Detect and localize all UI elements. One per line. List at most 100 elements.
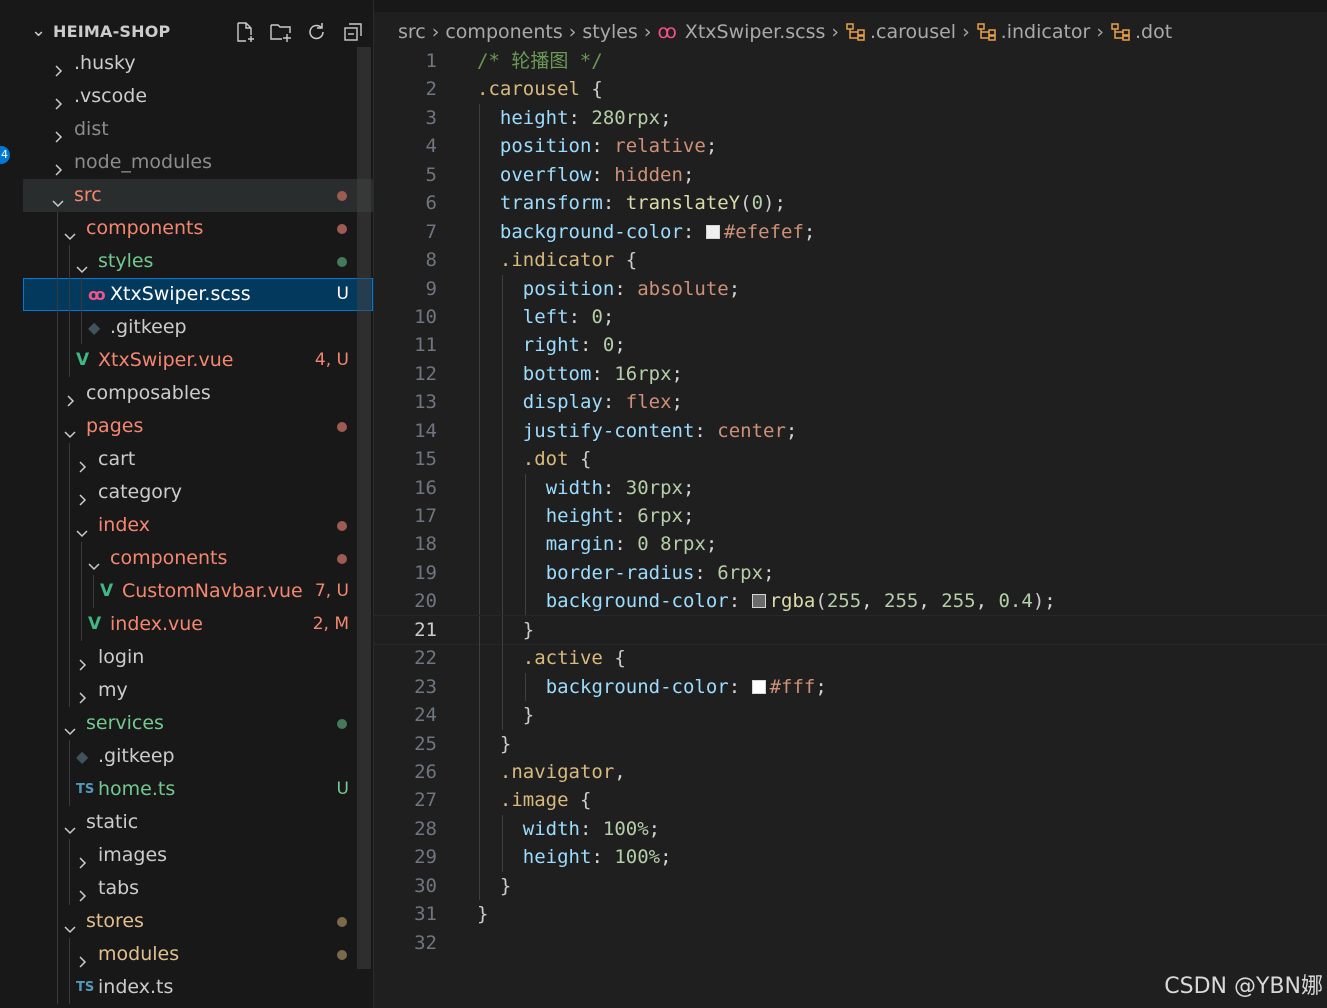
code-line[interactable]: 12 bottom: 16rpx; bbox=[374, 359, 1327, 389]
code-line[interactable]: 25} bbox=[374, 729, 1327, 758]
folder-item[interactable]: my bbox=[23, 674, 373, 707]
code-line[interactable]: 17 height: 6rpx; bbox=[374, 502, 1327, 531]
code-line[interactable]: 4 position: relative; bbox=[374, 132, 1327, 161]
breadcrumb-item[interactable]: .indicator bbox=[1001, 21, 1091, 43]
chevron-right-icon[interactable] bbox=[75, 452, 89, 473]
code-line[interactable]: 7 background-color: #efefef; bbox=[374, 217, 1327, 247]
file-item[interactable]: ꝏ XtxSwiper.scss U bbox=[23, 278, 373, 311]
code-line[interactable]: 28 width: 100%; bbox=[374, 814, 1327, 844]
breadcrumb-item[interactable]: XtxSwiper.scss bbox=[685, 21, 826, 43]
folder-item[interactable]: tabs bbox=[23, 872, 373, 905]
code-line[interactable]: 11 right: 0; bbox=[374, 331, 1327, 360]
code-line[interactable]: 15 .dot { bbox=[374, 445, 1327, 474]
refresh-icon[interactable] bbox=[303, 18, 331, 46]
folder-item[interactable]: src bbox=[23, 179, 373, 212]
file-item[interactable]: TS home.ts U bbox=[23, 773, 373, 806]
folder-item[interactable]: styles bbox=[23, 245, 373, 278]
collapse-all-icon[interactable] bbox=[339, 18, 367, 46]
file-item[interactable]: V CustomNavbar.vue 7, U bbox=[23, 575, 373, 608]
chevron-down-icon[interactable] bbox=[63, 419, 77, 439]
chevron-down-icon[interactable] bbox=[75, 518, 89, 538]
code-line[interactable]: 20 background-color: rgba(255, 255, 255, … bbox=[374, 587, 1327, 616]
code-line[interactable]: 10 left: 0; bbox=[374, 302, 1327, 332]
chevron-right-icon[interactable] bbox=[51, 122, 65, 143]
folder-item[interactable]: .husky bbox=[23, 47, 373, 80]
code-line[interactable]: 27 .image { bbox=[374, 786, 1327, 815]
breadcrumb-item[interactable]: styles bbox=[582, 21, 637, 43]
code-line[interactable]: 21} bbox=[373, 614, 1327, 646]
chevron-right-icon[interactable] bbox=[51, 89, 65, 110]
breadcrumb-item[interactable]: .carousel bbox=[870, 21, 956, 43]
code-line[interactable]: 23 background-color: #fff; bbox=[374, 672, 1327, 702]
code-line[interactable]: 30} bbox=[374, 871, 1327, 901]
chevron-down-icon[interactable] bbox=[63, 815, 77, 835]
search-icon[interactable]: ) bbox=[0, 54, 8, 68]
folder-item[interactable]: static bbox=[23, 806, 373, 839]
folder-item[interactable]: composables bbox=[23, 377, 373, 410]
code-line[interactable]: 14 justify-content: center; bbox=[374, 416, 1327, 446]
breadcrumb-item[interactable]: components bbox=[445, 21, 562, 43]
chevron-down-icon[interactable] bbox=[63, 716, 77, 736]
folder-item[interactable]: services bbox=[23, 707, 373, 740]
explorer-header[interactable]: ⌄ HEIMA-SHOP bbox=[23, 14, 373, 47]
chevron-down-icon[interactable]: ⌄ bbox=[31, 20, 46, 41]
code-line[interactable]: 9 position: absolute; bbox=[374, 274, 1327, 303]
folder-item[interactable]: node_modules bbox=[23, 146, 373, 179]
chevron-down-icon[interactable] bbox=[63, 914, 77, 934]
file-item[interactable]: ◆ .gitkeep bbox=[23, 740, 373, 773]
folder-item[interactable]: components bbox=[23, 212, 373, 245]
code-line[interactable]: 1 /* 轮播图 */ bbox=[374, 47, 1327, 75]
chevron-down-icon[interactable] bbox=[87, 551, 101, 571]
extensions-icon[interactable]: ] bbox=[0, 266, 8, 280]
chevron-right-icon[interactable] bbox=[75, 683, 89, 704]
code-line[interactable]: 26 .navigator, bbox=[374, 757, 1327, 787]
folder-item[interactable]: modules bbox=[23, 938, 373, 971]
chevron-down-icon[interactable] bbox=[51, 188, 65, 208]
folder-item[interactable]: dist bbox=[23, 113, 373, 146]
color-swatch[interactable] bbox=[705, 224, 720, 239]
folder-item[interactable]: login bbox=[23, 641, 373, 674]
chevron-right-icon[interactable] bbox=[75, 947, 89, 968]
source-control-icon[interactable]: , bbox=[0, 120, 8, 134]
code-line[interactable]: 24} bbox=[374, 701, 1327, 730]
code-line[interactable]: 6 transform: translateY(0); bbox=[374, 189, 1327, 218]
chevron-right-icon[interactable] bbox=[51, 155, 65, 176]
code-line[interactable]: 32 bbox=[374, 929, 1327, 957]
folder-item[interactable]: images bbox=[23, 839, 373, 872]
breadcrumb-item[interactable]: .dot bbox=[1135, 21, 1172, 43]
explorer-scrollbar[interactable] bbox=[357, 47, 371, 969]
chevron-right-icon[interactable] bbox=[75, 848, 89, 869]
run-debug-icon[interactable]: › bbox=[0, 202, 8, 216]
code-line[interactable]: 5 overflow: hidden; bbox=[374, 160, 1327, 190]
folder-item[interactable]: index bbox=[23, 509, 373, 542]
folder-item[interactable]: components bbox=[23, 542, 373, 575]
chevron-right-icon[interactable] bbox=[75, 650, 89, 671]
code-line[interactable]: 2 .carousel { bbox=[374, 75, 1327, 103]
color-swatch[interactable] bbox=[751, 679, 766, 694]
code-line[interactable]: 19 border-radius: 6rpx; bbox=[374, 558, 1327, 588]
file-item[interactable]: ◆ .gitkeep bbox=[23, 311, 373, 344]
new-folder-icon[interactable] bbox=[267, 18, 295, 46]
chevron-down-icon[interactable] bbox=[63, 221, 77, 241]
code-line[interactable]: 16 width: 30rpx; bbox=[374, 473, 1327, 502]
chevron-down-icon[interactable] bbox=[75, 254, 89, 274]
code-line[interactable]: 31} bbox=[374, 900, 1327, 928]
folder-item[interactable]: stores bbox=[23, 905, 373, 938]
chevron-right-icon[interactable] bbox=[75, 881, 89, 902]
folder-item[interactable]: cart bbox=[23, 443, 373, 476]
code-line[interactable]: 13 display: flex; bbox=[374, 388, 1327, 417]
file-item[interactable]: TS index.ts bbox=[23, 971, 373, 1004]
folder-item[interactable]: pages bbox=[23, 410, 373, 443]
color-swatch[interactable] bbox=[751, 594, 766, 609]
code-editor[interactable]: 1/* 轮播图 */2 .carousel {3 height: 280rpx; 4 p… bbox=[373, 47, 1327, 957]
code-line[interactable]: 3 height: 280rpx; bbox=[374, 103, 1327, 133]
chevron-right-icon[interactable] bbox=[63, 386, 77, 407]
breadcrumb-item[interactable]: src bbox=[398, 21, 426, 43]
code-line[interactable]: 29 height: 100%; bbox=[374, 843, 1327, 872]
file-item[interactable]: Vindex.vue 2, M bbox=[23, 608, 373, 641]
file-item[interactable]: V XtxSwiper.vue 4, U bbox=[23, 344, 373, 377]
code-line[interactable]: 8 .indicator { bbox=[374, 246, 1327, 275]
code-line[interactable]: 22 .active { bbox=[374, 644, 1327, 673]
new-file-icon[interactable] bbox=[231, 18, 259, 46]
chevron-right-icon[interactable] bbox=[51, 56, 65, 77]
